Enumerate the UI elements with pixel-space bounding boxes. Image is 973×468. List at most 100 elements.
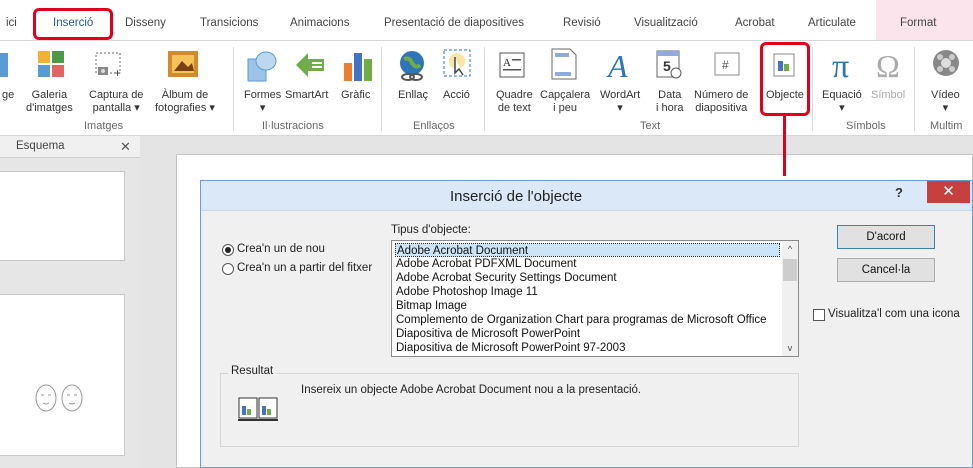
list-item[interactable]: Complemento de Organization Chart para p… xyxy=(395,313,780,327)
photo-gallery-icon[interactable] xyxy=(36,49,68,81)
list-item[interactable]: Diapositiva de Microsoft PowerPoint xyxy=(395,327,780,341)
tab-animations[interactable]: Animacions xyxy=(290,17,349,29)
shapes-icon[interactable] xyxy=(244,49,278,83)
svg-text:#: # xyxy=(722,58,729,72)
symbol-icon[interactable]: Ω xyxy=(874,47,908,81)
list-item[interactable]: Adobe Acrobat Security Settings Document xyxy=(395,271,780,285)
list-item[interactable]: Diapositiva de Microsoft PowerPoint 97-2… xyxy=(395,341,780,355)
smartart-label[interactable]: SmartArt xyxy=(285,89,328,102)
display-as-icon-checkbox[interactable] xyxy=(813,309,825,321)
video-label-line1: Vídeo xyxy=(931,89,960,101)
chart-label[interactable]: Gràfic xyxy=(341,89,370,102)
tab-transitions[interactable]: Transicions xyxy=(200,17,258,29)
photo-album-label-line2: fotografies ▾ xyxy=(155,102,215,114)
group-label-links: Enllaços xyxy=(413,120,455,132)
svg-text:π: π xyxy=(832,48,849,81)
scrollbar-thumb[interactable] xyxy=(783,259,797,281)
slide-thumbnail[interactable] xyxy=(0,294,125,456)
scroll-down-icon[interactable]: v xyxy=(782,340,798,356)
create-new-label[interactable]: Crea'n un de nou xyxy=(237,243,325,255)
ribbon: ge Galeria d'imatges + Captura de pantalla… xyxy=(0,40,973,136)
wordart-icon[interactable]: A xyxy=(606,47,636,81)
close-button[interactable]: ✕ xyxy=(927,181,970,203)
slide-thumbnail[interactable] xyxy=(0,171,125,261)
textbox-icon[interactable]: A xyxy=(498,49,528,81)
screenshot-label-line1: Captura de xyxy=(89,89,144,101)
group-label-images: Imatges xyxy=(84,120,124,132)
object-type-list[interactable]: Adobe Acrobat Document Adobe Acrobat PDF… xyxy=(391,240,799,357)
scroll-up-icon[interactable]: ^ xyxy=(782,241,798,257)
help-button[interactable]: ? xyxy=(895,185,903,200)
calendar-number: 5 xyxy=(663,58,671,74)
image-label-clipped[interactable]: ge xyxy=(2,89,14,102)
list-scrollbar[interactable]: ^ v xyxy=(782,241,798,356)
hyperlink-label[interactable]: Enllaç xyxy=(398,89,428,102)
date-time-icon[interactable]: 5 xyxy=(654,47,684,81)
image-icon xyxy=(0,53,8,77)
equation-label[interactable]: Equació ▾ xyxy=(822,89,862,115)
tab-slideshow[interactable]: Presentació de diapositives xyxy=(384,17,524,29)
tab-design[interactable]: Disseny xyxy=(125,17,166,29)
list-item[interactable]: Bitmap Image xyxy=(395,299,780,313)
chart-icon[interactable] xyxy=(342,49,374,83)
display-as-icon-label[interactable]: Visualitza'l com una icona xyxy=(828,308,960,320)
object-type-label: Tipus d'objecte: xyxy=(391,224,471,236)
list-item[interactable]: Adobe Acrobat Document xyxy=(395,243,780,257)
video-dropdown-arrow: ▾ xyxy=(942,102,949,114)
ok-button[interactable]: D'acord xyxy=(837,225,935,249)
group-separator xyxy=(914,47,915,131)
video-icon[interactable] xyxy=(930,47,964,81)
screenshot-icon[interactable]: + xyxy=(92,49,126,81)
shapes-dropdown-arrow: ▾ xyxy=(259,102,266,114)
photo-album-label[interactable]: Àlbum de fotografies ▾ xyxy=(155,89,215,115)
cancel-button[interactable]: Cancel·la xyxy=(837,258,935,282)
tab-clipped[interactable]: ici xyxy=(6,17,17,29)
action-icon[interactable] xyxy=(441,47,473,81)
textbox-label-line1: Quadre xyxy=(496,89,533,101)
create-from-file-label[interactable]: Crea'n un a partir del fitxer xyxy=(237,262,372,274)
equation-icon[interactable]: π xyxy=(830,47,862,81)
create-new-radio[interactable] xyxy=(222,244,234,256)
header-footer-icon[interactable] xyxy=(550,47,578,81)
create-from-file-radio[interactable] xyxy=(222,263,234,275)
slide-number-label[interactable]: Número de diapositiva xyxy=(694,89,748,115)
smartart-icon[interactable] xyxy=(294,49,328,83)
hyperlink-icon[interactable] xyxy=(396,49,428,83)
action-label[interactable]: Acció xyxy=(443,89,470,102)
result-label: Resultat xyxy=(228,365,277,377)
tab-acrobat[interactable]: Acrobat xyxy=(735,17,775,29)
slides-pane: Esquema ✕ xyxy=(0,136,140,468)
close-icon[interactable]: ✕ xyxy=(120,139,131,155)
group-separator xyxy=(812,47,813,131)
highlight-insert-tab xyxy=(33,8,113,40)
list-item[interactable]: Adobe Acrobat PDFXML Document xyxy=(395,257,780,271)
shapes-label[interactable]: Formes ▾ xyxy=(244,89,281,115)
slide-number-label-line1: Número de xyxy=(694,89,749,101)
date-time-label[interactable]: Data i hora xyxy=(656,89,684,115)
header-footer-label[interactable]: Capçalera i peu xyxy=(540,89,590,115)
photo-album-icon[interactable] xyxy=(166,47,200,81)
result-description: Insereix un objecte Adobe Acrobat Docume… xyxy=(301,384,642,396)
tab-articulate[interactable]: Articulate xyxy=(808,17,856,29)
slide-number-icon[interactable]: # xyxy=(712,49,742,81)
list-item[interactable]: Adobe Photoshop Image 11 xyxy=(395,285,780,299)
screenshot-label[interactable]: Captura de pantalla ▾ xyxy=(89,89,143,115)
tab-view[interactable]: Visualització xyxy=(634,17,698,29)
dialog-titlebar[interactable]: Inserció de l'objecte ? ✕ xyxy=(201,181,972,211)
svg-text:+: + xyxy=(114,66,121,80)
slide-number-label-line2: diapositiva xyxy=(695,102,748,114)
tab-outline[interactable]: Esquema xyxy=(16,140,65,152)
shapes-label-text: Formes xyxy=(244,89,282,101)
svg-text:Ω: Ω xyxy=(876,48,900,81)
symbol-label[interactable]: Símbol xyxy=(871,89,905,102)
wordart-label[interactable]: WordArt ▾ xyxy=(600,89,640,115)
tab-review[interactable]: Revisió xyxy=(563,17,601,29)
date-time-label-line1: Data xyxy=(658,89,682,101)
group-separator xyxy=(381,47,382,131)
tab-format[interactable]: Format xyxy=(876,0,973,40)
video-label[interactable]: Vídeo ▾ xyxy=(931,89,960,115)
gallery-label[interactable]: Galeria d'imatges xyxy=(26,89,73,115)
group-label-illustrations: Il·lustracions xyxy=(262,120,324,132)
textbox-label[interactable]: Quadre de text xyxy=(496,89,533,115)
ribbon-tabs: ici Inserció Disseny Transicions Animaci… xyxy=(0,0,973,40)
